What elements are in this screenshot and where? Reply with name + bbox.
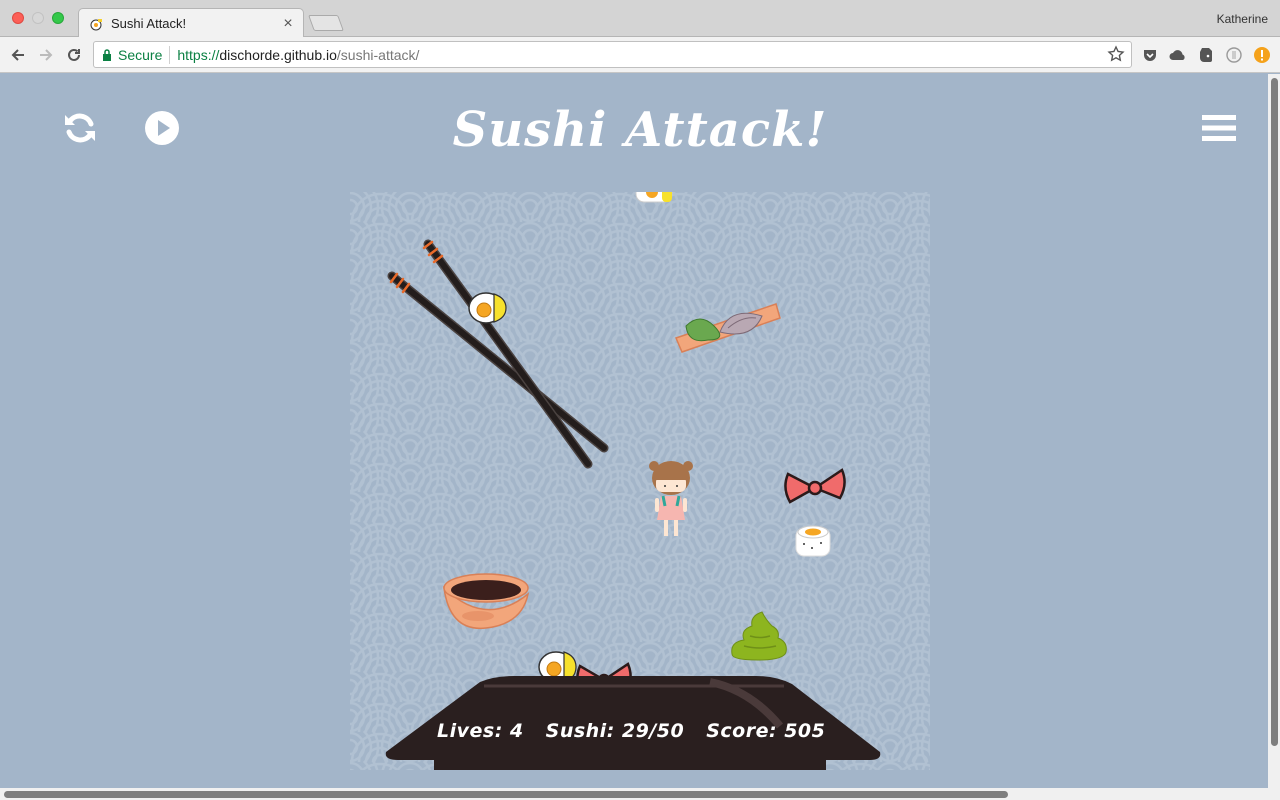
play-icon xyxy=(145,111,179,145)
window-close-button[interactable] xyxy=(12,12,24,24)
menu-button[interactable] xyxy=(1198,110,1240,146)
tab-close-icon[interactable]: × xyxy=(277,15,299,33)
cloud-extension-icon[interactable] xyxy=(1169,46,1187,64)
bookmark-star-icon[interactable] xyxy=(1107,45,1125,63)
horizontal-scrollbar-thumb[interactable] xyxy=(4,791,1008,798)
window-minimize-button[interactable] xyxy=(32,12,44,24)
browser-tab[interactable]: Sushi Attack! × xyxy=(78,8,304,38)
wasabi-enemy xyxy=(731,611,787,661)
sashimi-plate-enemy xyxy=(674,303,781,353)
secure-label: Secure xyxy=(118,46,163,63)
address-bar[interactable]: Secure https:// dischorde.github.io /sus… xyxy=(93,41,1132,68)
back-button[interactable] xyxy=(8,45,28,65)
circle-extension-icon[interactable] xyxy=(1225,46,1243,64)
girl-player-character xyxy=(649,461,693,536)
evernote-extension-icon[interactable] xyxy=(1197,46,1215,64)
vertical-scrollbar-thumb[interactable] xyxy=(1271,78,1278,746)
alert-extension-icon[interactable] xyxy=(1253,46,1271,64)
profile-name[interactable]: Katherine xyxy=(1217,12,1268,26)
bow-ribbon-enemy xyxy=(784,468,846,504)
new-tab-button[interactable] xyxy=(308,15,344,31)
play-button[interactable] xyxy=(142,108,182,148)
horizontal-scrollbar[interactable] xyxy=(0,788,1280,800)
vertical-scrollbar[interactable] xyxy=(1268,74,1280,788)
url-host: dischorde.github.io xyxy=(219,46,337,63)
back-arrow-icon xyxy=(11,49,24,61)
browser-toolbar: Secure https:// dischorde.github.io /sus… xyxy=(0,37,1280,73)
game-page: Sushi Attack! Lives: 4 Sushi: 29/50 Scor… xyxy=(0,74,1268,788)
tab-title: Sushi Attack! xyxy=(111,16,187,31)
lock-icon xyxy=(103,48,111,61)
sushi-roll-pickup xyxy=(468,292,507,324)
game-title: Sushi Attack! xyxy=(452,102,828,158)
reload-icon xyxy=(68,48,80,61)
lives-counter: Lives: 4 xyxy=(437,720,524,742)
url-path: /sushi-attack/ xyxy=(336,46,420,63)
omnibox-divider xyxy=(169,45,171,64)
chopsticks-enemy xyxy=(387,239,609,469)
soy-sauce-bowl-enemy xyxy=(442,573,530,630)
game-hud: Lives: 4 Sushi: 29/50 Score: 505 xyxy=(437,720,847,742)
window-zoom-button[interactable] xyxy=(52,12,64,24)
pocket-extension-icon[interactable] xyxy=(1141,46,1159,64)
hamburger-menu-icon xyxy=(1202,115,1236,141)
forward-arrow-icon xyxy=(40,49,53,61)
sushi-favicon-icon xyxy=(90,18,102,30)
sushi-counter: Sushi: 29/50 xyxy=(545,720,685,742)
reload-button[interactable] xyxy=(64,45,84,65)
sushi-roll-pickup-2 xyxy=(795,525,831,557)
browser-tab-strip: Sushi Attack! × Katherine xyxy=(0,0,1280,38)
score-counter: Score: 505 xyxy=(706,720,826,742)
url-scheme: https:// xyxy=(177,46,220,63)
refresh-icon xyxy=(65,113,95,143)
game-board[interactable] xyxy=(350,192,930,770)
forward-button[interactable] xyxy=(36,45,56,65)
restart-button[interactable] xyxy=(60,108,100,148)
falling-sushi-roll xyxy=(635,192,673,203)
